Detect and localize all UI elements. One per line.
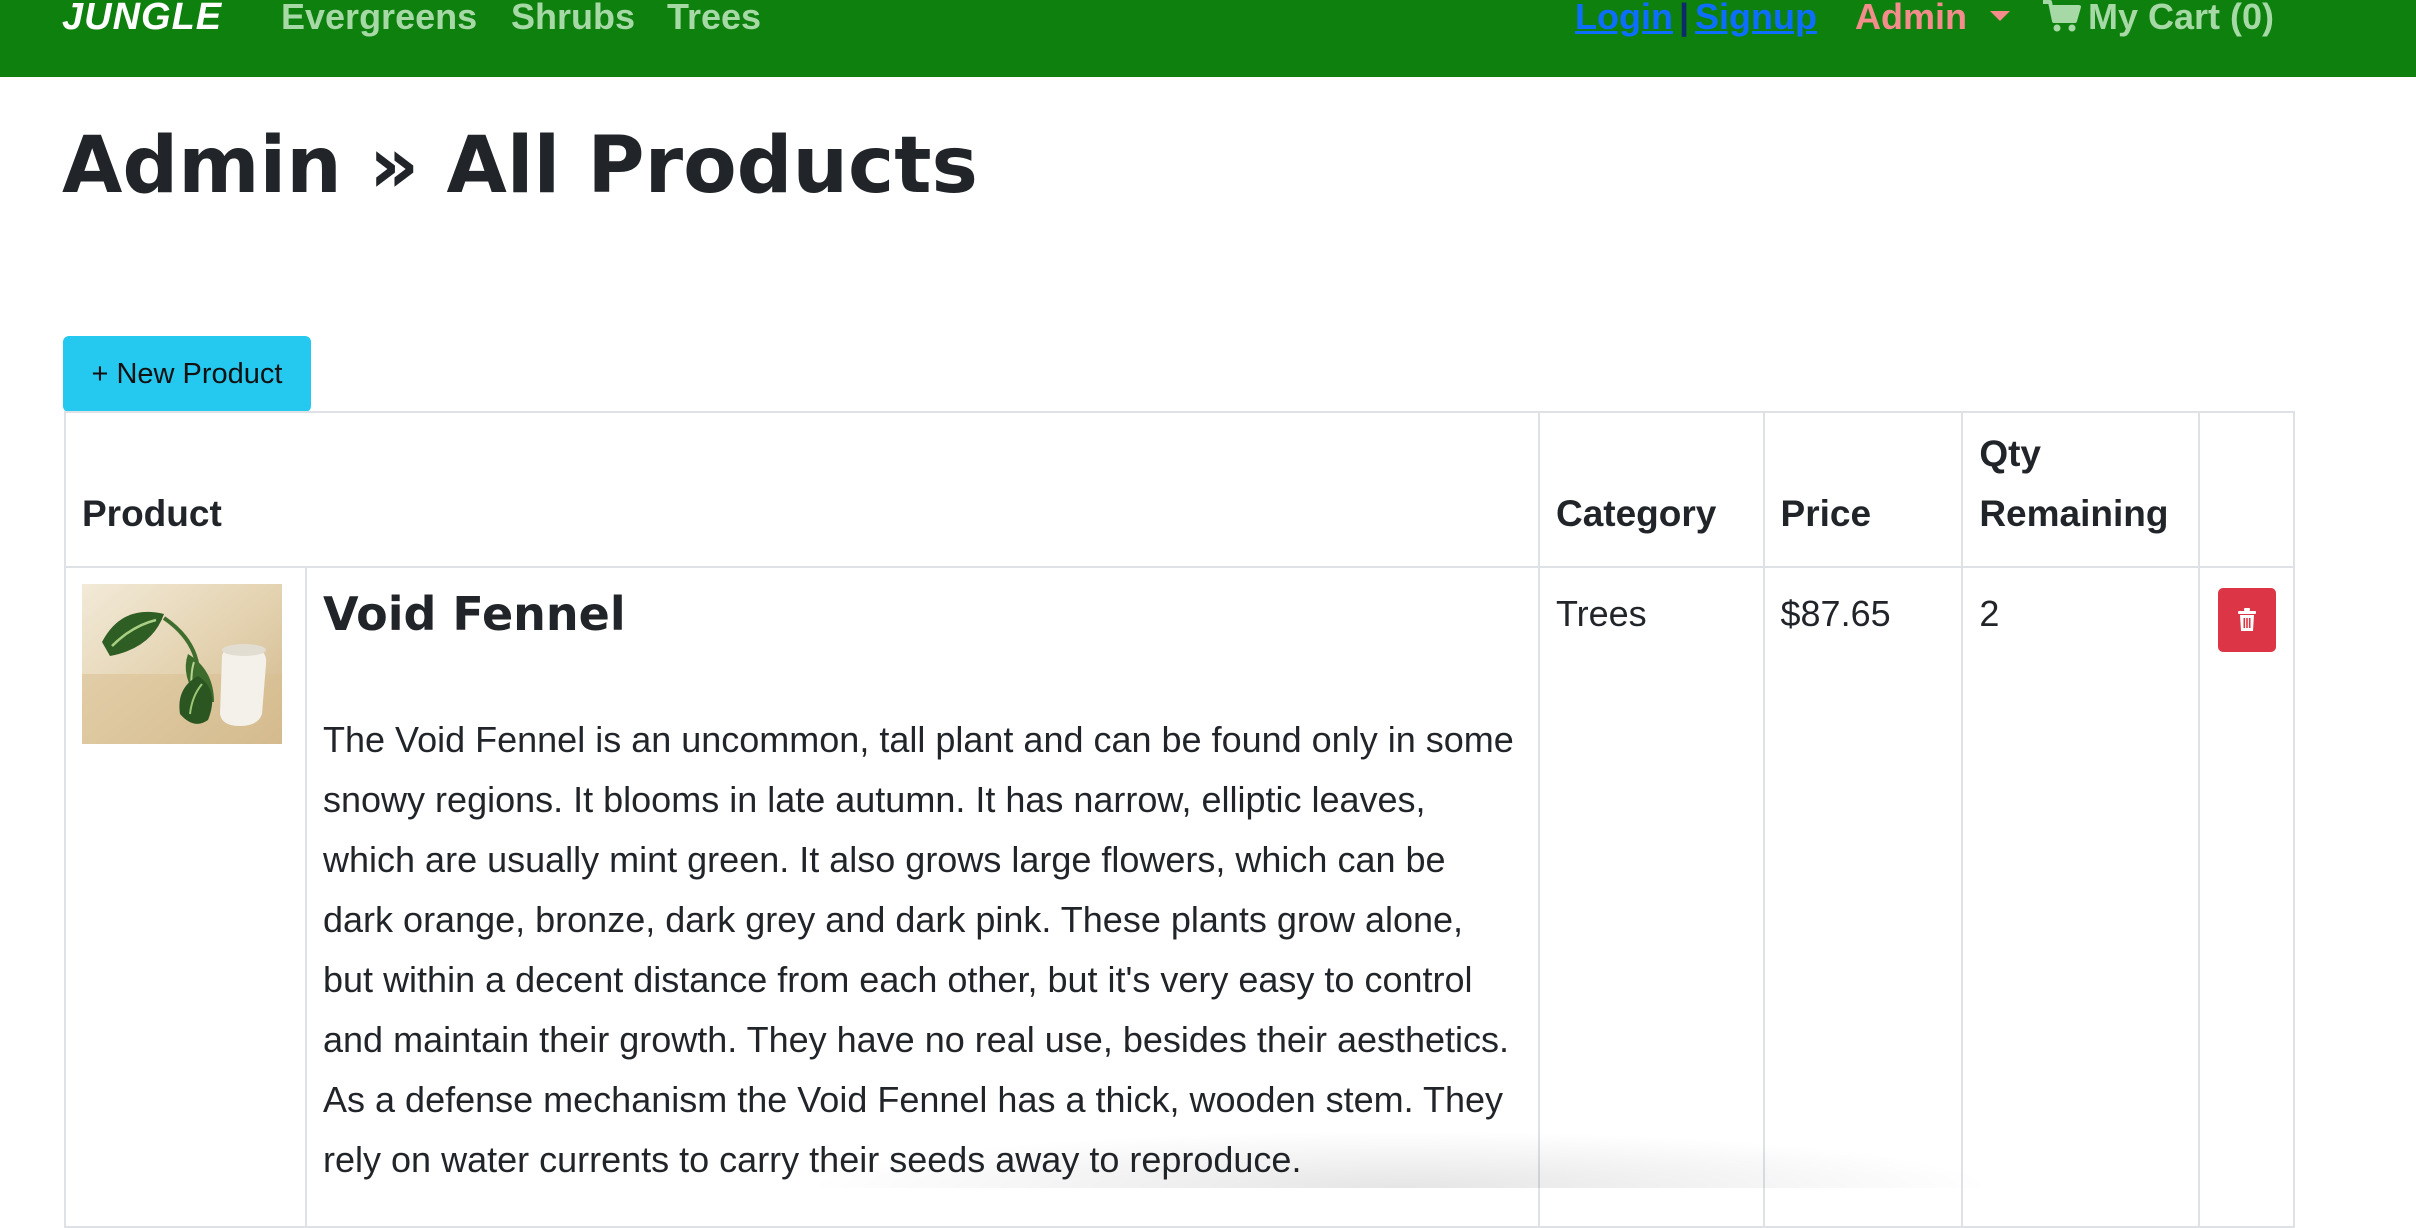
nav-link-evergreens[interactable]: Evergreens: [281, 0, 477, 40]
product-category: Trees: [1555, 593, 1647, 634]
plant-photo-thumbnail: [82, 584, 282, 744]
product-description: The Void Fennel is an uncommon, tall pla…: [323, 719, 1514, 1180]
product-qty-remaining: 2: [1979, 593, 2000, 634]
header-category: Category: [1537, 411, 1765, 568]
shopping-cart-icon: [2043, 0, 2081, 32]
top-navbar: JUNGLE Evergreens Shrubs Trees Login | Sig…: [0, 0, 2416, 77]
delete-product-button[interactable]: [2217, 588, 2276, 652]
header-price: Price: [1762, 411, 1964, 568]
products-table: Product Category Price Qty Remaining Voi…: [63, 411, 2295, 1228]
table-row: Void Fennel The Void Fennel is an uncomm…: [63, 566, 2295, 1228]
product-name: Void Fennel: [323, 587, 626, 641]
product-thumbnail-cell: [63, 566, 308, 1228]
header-qty-remaining: Qty Remaining: [1961, 411, 2201, 568]
signup-link[interactable]: Signup: [1695, 0, 1817, 37]
cart-link[interactable]: My Cart (0): [2042, 0, 2274, 40]
brand-logo[interactable]: JUNGLE: [62, 0, 222, 40]
product-info-cell: Void Fennel The Void Fennel is an uncomm…: [305, 566, 1540, 1228]
caret-down-icon: [1990, 11, 2010, 21]
auth-links: Login | Signup: [1575, 0, 1817, 40]
category-cell: Trees: [1537, 566, 1765, 1228]
new-product-button[interactable]: + New Product: [63, 336, 311, 412]
nav-link-trees[interactable]: Trees: [667, 0, 761, 40]
table-header-row: Product Category Price Qty Remaining: [64, 411, 2295, 568]
cart-label: My Cart (0): [2088, 0, 2275, 37]
qty-cell: 2: [1961, 566, 2201, 1228]
page-title: Admin » All Products: [62, 121, 978, 211]
auth-separator: |: [1678, 0, 1690, 37]
login-link[interactable]: Login: [1575, 0, 1673, 37]
trash-icon: [2237, 608, 2256, 631]
price-cell: $87.65: [1762, 566, 1964, 1228]
actions-cell: [2198, 566, 2295, 1228]
nav-link-shrubs[interactable]: Shrubs: [511, 0, 635, 40]
admin-dropdown-toggle[interactable]: Admin: [1855, 0, 1967, 40]
header-product: Product: [64, 411, 1540, 568]
header-actions: [2198, 411, 2295, 568]
product-price: $87.65: [1780, 593, 1891, 634]
